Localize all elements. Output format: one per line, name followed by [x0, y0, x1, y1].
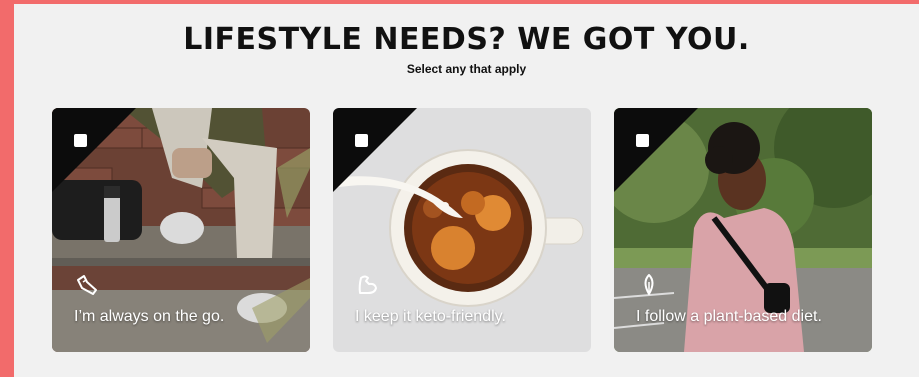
option-card-on-the-go[interactable]: I’m always on the go. [52, 108, 310, 352]
corner-overlay [614, 108, 698, 192]
flexed-arm-icon [358, 275, 377, 294]
page-title: LIFESTYLE NEEDS? WE GOT YOU. [183, 22, 750, 57]
checkbox[interactable] [74, 134, 87, 147]
leaf-icon [644, 274, 654, 295]
corner-overlay [52, 108, 136, 192]
checkbox[interactable] [636, 134, 649, 147]
option-card-plant-based[interactable]: I follow a plant-based diet. [614, 108, 872, 352]
option-card-keto[interactable]: I keep it keto-friendly. [333, 108, 591, 352]
option-label: I’m always on the go. [74, 308, 225, 325]
option-label: I keep it keto-friendly. [355, 308, 506, 325]
sneaker-icon [77, 275, 97, 295]
corner-overlay [333, 108, 417, 192]
option-label: I follow a plant-based diet. [636, 308, 822, 325]
checkbox[interactable] [355, 134, 368, 147]
lifestyle-panel: LIFESTYLE NEEDS? WE GOT YOU. Select any … [14, 4, 919, 377]
page-subtitle: Select any that apply [406, 62, 527, 76]
